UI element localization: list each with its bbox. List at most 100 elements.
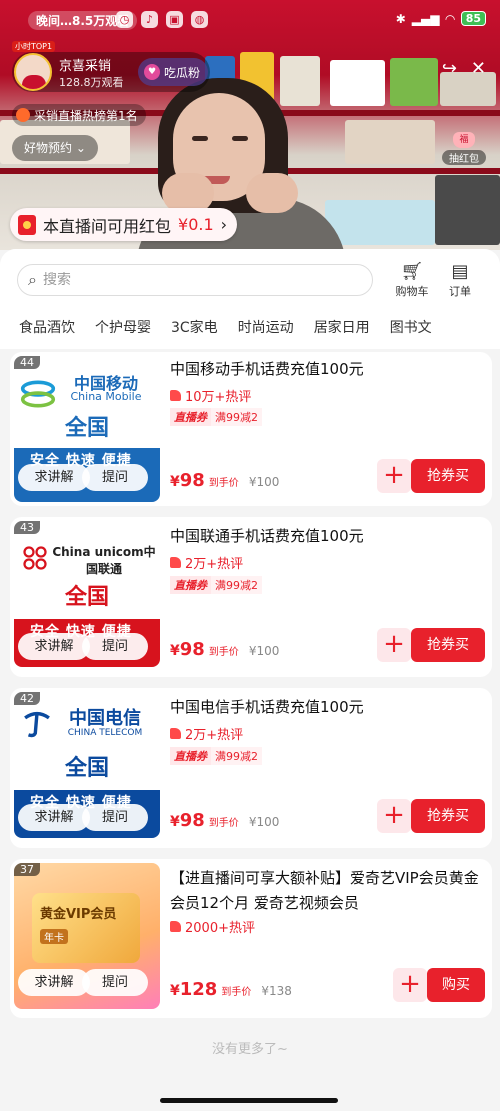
- price: ¥98 到手价 ¥100: [170, 470, 280, 491]
- ask-question-button[interactable]: 提问: [82, 464, 148, 491]
- tab-fashion[interactable]: 时尚运动: [238, 317, 294, 347]
- fan-group-label: 吃瓜粉: [164, 65, 201, 80]
- request-explain-button[interactable]: 求讲解: [18, 633, 90, 660]
- tab-food[interactable]: 食品酒饮: [19, 317, 75, 347]
- lucky-bag-icon: 福: [453, 132, 475, 148]
- bluetooth-icon: ✱: [395, 11, 406, 26]
- add-to-cart-button[interactable]: +: [377, 628, 411, 662]
- vip-card-term: 年卡: [40, 929, 68, 944]
- cart-label: 购物车: [395, 285, 429, 298]
- cart-button[interactable]: 🛒︎ 购物车: [390, 261, 434, 299]
- fan-badge-icon: ♥: [144, 64, 160, 80]
- coverage-label: 全国: [64, 416, 109, 441]
- fire-icon: [16, 108, 30, 122]
- streamer-name: 京喜采销: [59, 58, 112, 74]
- rank-tag: 小时TOP1: [12, 41, 56, 52]
- chevron-right-icon: ›: [220, 215, 228, 234]
- request-explain-button[interactable]: 求讲解: [18, 969, 90, 996]
- viewer-count: 128.8万观看: [59, 75, 124, 89]
- red-packet-text: 本直播间可用红包: [43, 216, 172, 236]
- product-image[interactable]: 42 中国电信 CHINA TELECOM 全国 安全 快速 便捷 求讲解 提问: [14, 692, 160, 838]
- thumb-up-icon: [170, 557, 181, 568]
- orders-button[interactable]: ▤ 订单: [438, 261, 482, 299]
- ask-question-button[interactable]: 提问: [82, 633, 148, 660]
- request-explain-button[interactable]: 求讲解: [18, 804, 90, 831]
- buy-button[interactable]: 购买: [427, 968, 485, 1002]
- coupon-tag: 直播券 满99减2: [170, 576, 262, 594]
- original-price: ¥100: [248, 815, 280, 829]
- review-count: 10万+热评: [170, 386, 251, 405]
- product-number: 42: [14, 692, 40, 705]
- price: ¥98 到手价 ¥100: [170, 639, 280, 660]
- grab-coupon-buy-button[interactable]: 抢券买: [411, 799, 485, 833]
- tab-baby-care[interactable]: 个护母婴: [95, 317, 151, 347]
- wechat-icon: ◍: [191, 11, 208, 28]
- product-image[interactable]: 37 黄金VIP会员 年卡 求讲解 提问: [14, 863, 160, 1009]
- product-card[interactable]: 37 黄金VIP会员 年卡 求讲解 提问 【进直播间可享大额补贴】爱奇艺VIP会…: [10, 859, 492, 1018]
- orders-label: 订单: [449, 285, 471, 298]
- tab-books[interactable]: 图书文: [390, 317, 432, 347]
- orders-icon: ▤: [451, 261, 469, 282]
- home-indicator[interactable]: [160, 1098, 338, 1103]
- red-envelope-icon: [18, 214, 36, 235]
- share-icon[interactable]: ↪: [442, 58, 457, 79]
- request-explain-button[interactable]: 求讲解: [18, 464, 90, 491]
- tab-home[interactable]: 居家日用: [314, 317, 370, 347]
- coverage-label: 全国: [64, 756, 109, 781]
- brand-name: China unicom中国联通: [52, 545, 156, 576]
- red-packet-amount: ¥0.1: [178, 215, 214, 234]
- add-to-cart-button[interactable]: +: [393, 968, 427, 1002]
- product-image[interactable]: 43 China unicom中国联通 全国 安全 快速 便捷 求讲解 提问: [14, 521, 160, 667]
- product-title: 中国移动手机话费充值100元: [170, 360, 364, 378]
- thumb-up-icon: [170, 390, 181, 401]
- ask-question-button[interactable]: 提问: [82, 969, 148, 996]
- fan-group-button[interactable]: ♥ 吃瓜粉: [138, 58, 209, 86]
- tab-electronics[interactable]: 3C家电: [171, 317, 218, 347]
- tiktok-icon: ♪: [141, 11, 158, 28]
- close-icon[interactable]: ✕: [471, 58, 486, 79]
- product-image[interactable]: 44 中国移动 China Mobile 全国 安全 快速 便捷 求讲解 提问: [14, 356, 160, 502]
- thumb-up-icon: [170, 921, 181, 932]
- product-box: [390, 58, 438, 106]
- product-title: 中国电信手机话费充值100元: [170, 698, 364, 716]
- product-card[interactable]: 43 China unicom中国联通 全国 安全 快速 便捷 求讲解 提问 中…: [10, 517, 492, 677]
- lucky-bag-button[interactable]: 福 抽红包: [442, 132, 486, 165]
- status-bar: 晚间…8.5万观看 ◷ ♪ ▣ ◍ ✱ ▂▄▆ ◠ 85: [0, 0, 500, 42]
- hot-rank-badge[interactable]: 采销直播热榜第1名: [12, 104, 146, 126]
- category-tabs: 食品酒饮 个护母婴 3C家电 时尚运动 居家日用 图书文: [0, 317, 500, 347]
- lucky-bag-label: 抽红包: [442, 150, 486, 165]
- grab-coupon-buy-button[interactable]: 抢券买: [411, 628, 485, 662]
- battery-indicator: 85: [460, 11, 486, 26]
- brand-name: 中国电信: [69, 708, 141, 729]
- vip-card-image: 黄金VIP会员 年卡: [32, 893, 140, 963]
- goods-reserve-button[interactable]: 好物预约 ⌄: [12, 135, 98, 161]
- cart-icon: 🛒︎: [400, 261, 424, 282]
- add-to-cart-button[interactable]: +: [377, 799, 411, 833]
- hot-rank-text: 采销直播热榜第1名: [34, 108, 138, 123]
- alarm-icon: ◷: [116, 11, 133, 28]
- product-title: 中国联通手机话费充值100元: [170, 527, 364, 545]
- search-box[interactable]: ⌕: [17, 264, 373, 296]
- signal-icon: ▂▄▆: [411, 11, 440, 26]
- thumb-up-icon: [170, 728, 181, 739]
- streamer-info[interactable]: 小时TOP1 京喜采销 128.8万观看 ♥ 吃瓜粉: [12, 41, 210, 92]
- red-packet-banner[interactable]: 本直播间可用红包 ¥0.1 ›: [10, 208, 238, 241]
- product-number: 37: [14, 863, 40, 876]
- end-of-list-text: 没有更多了~: [212, 1042, 288, 1057]
- product-card[interactable]: 44 中国移动 China Mobile 全国 安全 快速 便捷 求讲解 提问 …: [10, 352, 492, 506]
- panel-header: ⌕ 🛒︎ 购物车 ▤ 订单 食品酒饮 个护母婴 3C家电 时尚运动 居家日用 图…: [0, 249, 500, 349]
- vip-card-title: 黄金VIP会员: [40, 907, 117, 922]
- product-card[interactable]: 42 中国电信 CHINA TELECOM 全国 安全 快速 便捷 求讲解 提问…: [10, 688, 492, 848]
- product-number: 43: [14, 521, 40, 534]
- search-input[interactable]: [42, 272, 343, 288]
- original-price: ¥100: [248, 475, 280, 489]
- price: ¥128 到手价 ¥138: [170, 979, 292, 1000]
- original-price: ¥100: [248, 644, 280, 658]
- add-to-cart-button[interactable]: +: [377, 459, 411, 493]
- product-number: 44: [14, 356, 40, 369]
- avatar[interactable]: [14, 53, 52, 91]
- grab-coupon-buy-button[interactable]: 抢券买: [411, 459, 485, 493]
- live-stream-video[interactable]: 晚间…8.5万观看 ◷ ♪ ▣ ◍ ✱ ▂▄▆ ◠ 85 小时TOP1 京喜采销…: [0, 0, 500, 250]
- brand-name-en: CHINA TELECOM: [67, 728, 143, 738]
- ask-question-button[interactable]: 提问: [82, 804, 148, 831]
